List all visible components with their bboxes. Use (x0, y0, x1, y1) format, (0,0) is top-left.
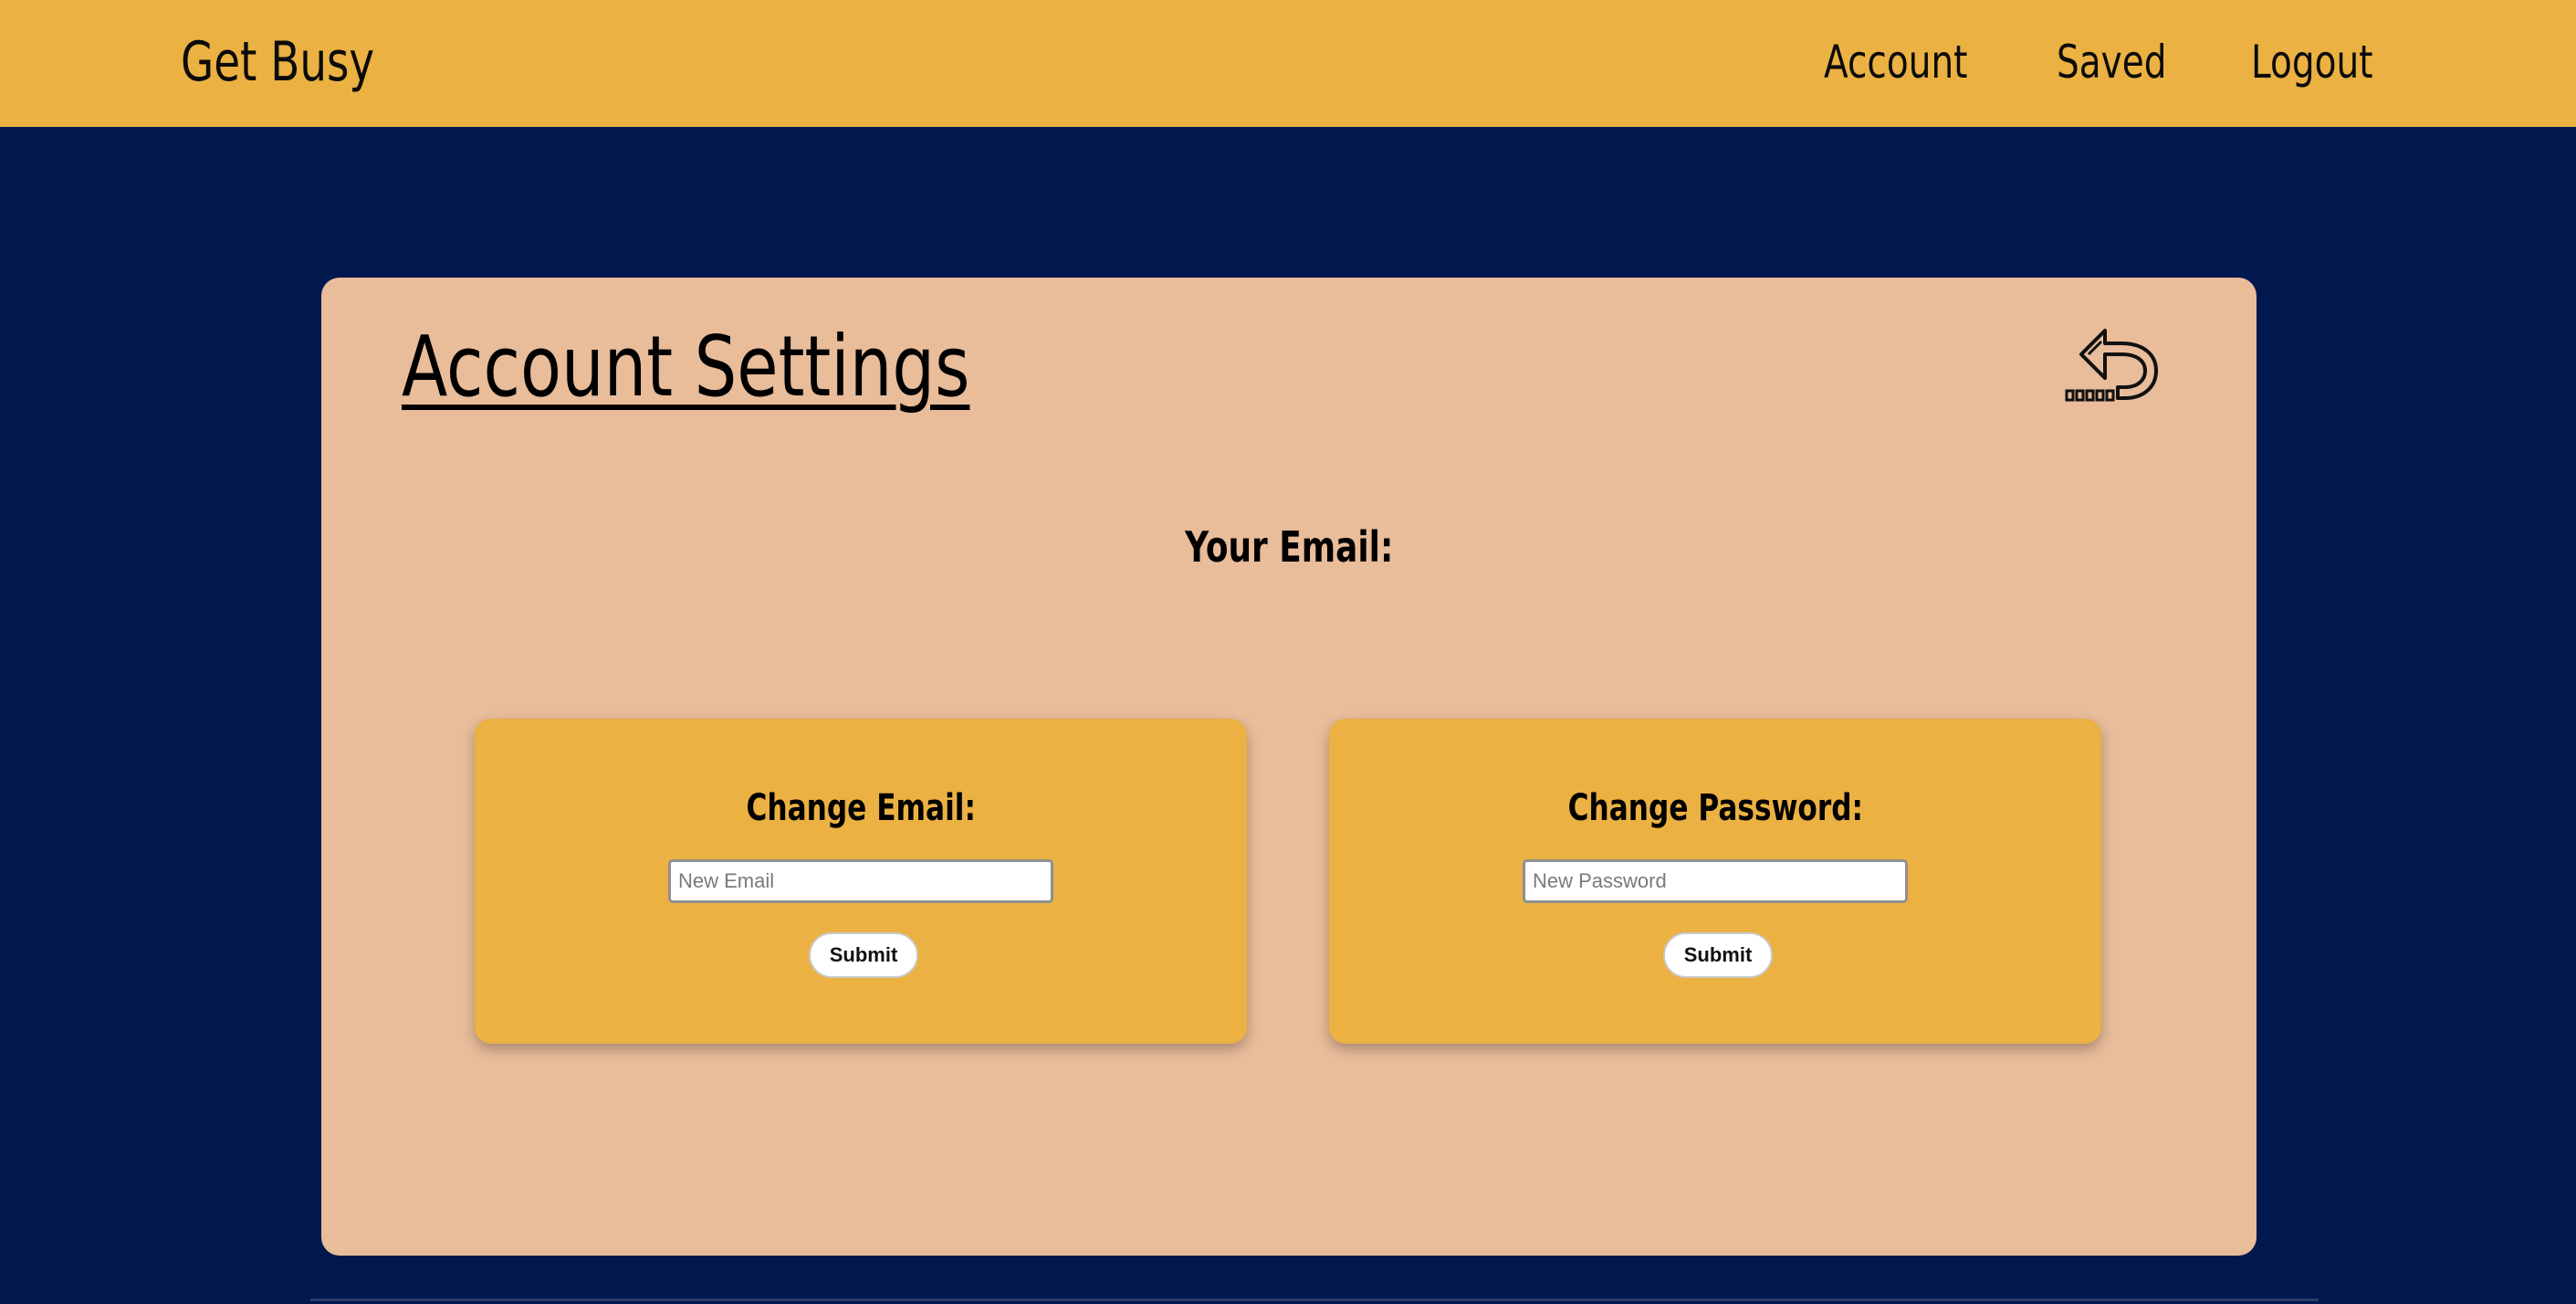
submit-password-button[interactable]: Submit (1663, 932, 1773, 978)
submit-email-button[interactable]: Submit (809, 932, 918, 978)
your-email-label-text: Your Email: (1184, 522, 1394, 572)
brand-logo-link[interactable]: Get Busy (181, 26, 374, 99)
change-password-card: Change Password: Submit (1329, 719, 2101, 1044)
change-password-title: Change Password: (1329, 781, 2101, 836)
change-email-title-text: Change Email: (746, 787, 976, 829)
nav-account-link[interactable]: Account (1824, 26, 1967, 99)
nav-logout-link[interactable]: Logout (2251, 26, 2373, 99)
change-password-title-text: Change Password: (1567, 787, 1863, 829)
page-bottom-divider (310, 1299, 2319, 1301)
change-email-card: Change Email: Submit (475, 719, 1247, 1044)
new-email-input[interactable] (668, 859, 1053, 903)
your-email-label: Your Email: (321, 515, 2257, 579)
change-email-title: Change Email: (475, 781, 1247, 836)
page-title: Account Settings (402, 318, 970, 415)
account-settings-panel: Account Settings Your Email: Change Emai… (321, 278, 2257, 1256)
top-navbar: Get Busy Account Saved Logout (0, 0, 2576, 127)
new-password-input[interactable] (1523, 859, 1908, 903)
nav-saved-link[interactable]: Saved (2057, 26, 2166, 99)
back-arrow-icon[interactable] (2061, 314, 2160, 405)
